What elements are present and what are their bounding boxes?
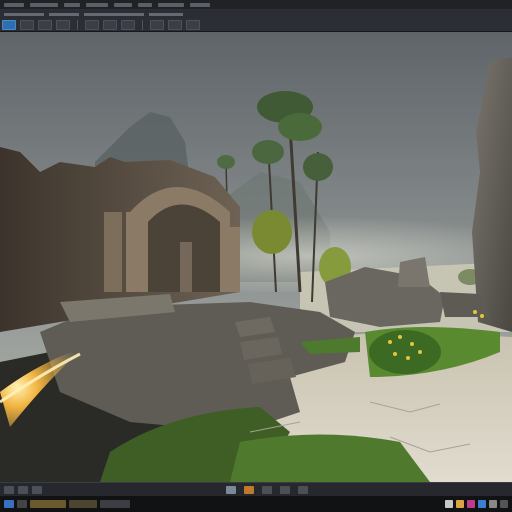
menu-item-file[interactable] xyxy=(4,2,24,7)
flower-bush xyxy=(369,330,441,374)
column xyxy=(104,212,122,292)
viewport-tab[interactable] xyxy=(4,12,44,16)
viewport-tab[interactable] xyxy=(84,12,144,16)
lighting-icon[interactable] xyxy=(186,19,200,30)
output-log-icon[interactable] xyxy=(18,485,28,494)
menu-item-select[interactable] xyxy=(138,2,152,7)
start-icon[interactable] xyxy=(4,500,14,508)
viewport-tab[interactable] xyxy=(149,12,183,16)
os-taskbar xyxy=(0,496,512,512)
taskbar-app-slot[interactable] xyxy=(30,500,66,508)
camera-icon[interactable] xyxy=(121,19,135,30)
move-icon[interactable] xyxy=(20,19,34,30)
snap-icon[interactable] xyxy=(150,19,164,30)
editor-toolbar xyxy=(0,18,512,32)
build-status-icon[interactable] xyxy=(244,485,254,494)
taskbar-app-slot[interactable] xyxy=(69,500,97,508)
system-tray xyxy=(445,500,508,508)
source-control-icon[interactable] xyxy=(226,485,236,494)
scene-render xyxy=(0,32,512,482)
taskbar-app-slot[interactable] xyxy=(100,500,130,508)
notification-icon[interactable] xyxy=(298,485,308,494)
boulder xyxy=(398,257,430,287)
editor-status-bar xyxy=(0,482,512,496)
menu-item-edit[interactable] xyxy=(30,2,58,7)
select-icon[interactable] xyxy=(2,19,16,30)
column xyxy=(126,212,142,292)
settings-icon[interactable] xyxy=(103,19,117,30)
browser-icon[interactable] xyxy=(467,500,475,508)
tray-icon[interactable] xyxy=(478,500,486,508)
content-browser-icon[interactable] xyxy=(4,485,14,494)
rotate-icon[interactable] xyxy=(38,19,52,30)
scale-icon[interactable] xyxy=(56,19,70,30)
trace-icon[interactable] xyxy=(280,485,290,494)
viewport-tab[interactable] xyxy=(49,12,79,16)
play-icon[interactable] xyxy=(85,19,99,30)
shrub-tree xyxy=(252,210,292,254)
toolbar-divider xyxy=(77,19,78,30)
cmd-icon[interactable] xyxy=(32,485,42,494)
status-center-icons xyxy=(226,485,312,494)
column xyxy=(228,227,240,292)
menu-item-window[interactable] xyxy=(64,2,80,7)
menu-bar xyxy=(0,0,512,10)
derived-data-icon[interactable] xyxy=(262,485,272,494)
menu-item-help[interactable] xyxy=(190,2,210,7)
grid-icon[interactable] xyxy=(168,19,182,30)
search-icon[interactable] xyxy=(17,500,27,508)
viewport-tab-bar xyxy=(0,10,512,18)
column xyxy=(180,242,192,292)
tray-icon[interactable] xyxy=(500,500,508,508)
editor-app-icon[interactable] xyxy=(445,500,453,508)
folder-icon[interactable] xyxy=(456,500,464,508)
tray-icon[interactable] xyxy=(489,500,497,508)
toolbar-divider xyxy=(142,19,143,30)
menu-item-build[interactable] xyxy=(114,2,132,7)
menu-item-tools[interactable] xyxy=(86,2,108,7)
menu-item-actor[interactable] xyxy=(158,2,184,7)
level-viewport[interactable] xyxy=(0,32,512,482)
